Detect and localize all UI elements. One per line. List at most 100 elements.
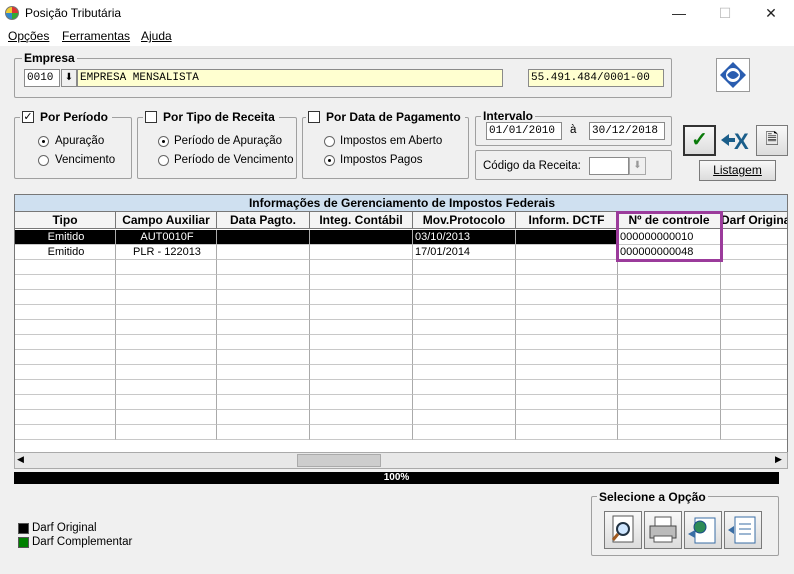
radio-impostos-aberto[interactable] — [324, 136, 335, 147]
empty-table-cell[interactable] — [413, 365, 516, 380]
empty-table-cell[interactable] — [310, 365, 413, 380]
empty-table-cell[interactable] — [15, 425, 116, 440]
empty-table-cell[interactable] — [413, 380, 516, 395]
empty-table-cell[interactable] — [217, 320, 310, 335]
empty-table-cell[interactable] — [413, 350, 516, 365]
empty-table-cell[interactable] — [618, 395, 721, 410]
export-web-button[interactable] — [684, 511, 722, 549]
empty-table-cell[interactable] — [15, 335, 116, 350]
table-cell[interactable] — [721, 245, 787, 260]
empty-table-cell[interactable] — [413, 410, 516, 425]
empty-table-cell[interactable] — [116, 290, 217, 305]
radio-vencimento[interactable] — [38, 155, 49, 166]
empresa-cnpj-field[interactable]: 55.491.484/0001-00 — [528, 69, 664, 87]
menu-ajuda[interactable]: Ajuda — [141, 29, 172, 43]
column-header-inform-dctf[interactable]: Inform. DCTF — [516, 212, 618, 229]
empty-table-cell[interactable] — [618, 305, 721, 320]
table-cell[interactable]: 000000000048 — [618, 245, 721, 260]
radio-periodo-apuracao[interactable] — [158, 136, 169, 147]
empty-table-cell[interactable] — [15, 290, 116, 305]
scroll-thumb[interactable] — [297, 454, 381, 467]
empty-table-cell[interactable] — [721, 290, 787, 305]
empty-table-cell[interactable] — [618, 350, 721, 365]
empty-table-cell[interactable] — [618, 425, 721, 440]
column-header-campo-auxiliar[interactable]: Campo Auxiliar — [116, 212, 217, 229]
empty-table-cell[interactable] — [721, 305, 787, 320]
empty-table-cell[interactable] — [310, 350, 413, 365]
empty-table-cell[interactable] — [721, 260, 787, 275]
empty-table-cell[interactable] — [116, 380, 217, 395]
empty-table-cell[interactable] — [15, 350, 116, 365]
empty-table-cell[interactable] — [516, 275, 618, 290]
excel-export-button[interactable]: X — [719, 125, 755, 156]
listagem-button[interactable]: Listagem — [699, 160, 776, 181]
empty-table-cell[interactable] — [217, 350, 310, 365]
empty-table-cell[interactable] — [618, 410, 721, 425]
empty-table-cell[interactable] — [516, 260, 618, 275]
selected-table-cell[interactable]: AUT0010F — [116, 230, 217, 245]
column-header-numero-controle[interactable]: Nº de controle — [618, 212, 721, 229]
intervalo-to-field[interactable]: 30/12/2018 — [589, 122, 665, 140]
selected-table-cell[interactable]: 03/10/2013 — [413, 230, 516, 245]
table-cell[interactable]: 17/01/2014 — [413, 245, 516, 260]
empty-table-cell[interactable] — [217, 260, 310, 275]
logo-button[interactable] — [716, 58, 750, 92]
empty-table-cell[interactable] — [618, 380, 721, 395]
empty-table-cell[interactable] — [721, 365, 787, 380]
radio-apuracao[interactable] — [38, 136, 49, 147]
por-periodo-header[interactable]: ✓ Por Período — [20, 110, 113, 124]
selected-table-cell[interactable] — [310, 230, 413, 245]
empty-table-cell[interactable] — [15, 410, 116, 425]
empty-table-cell[interactable] — [516, 350, 618, 365]
column-header-integ-contabil[interactable]: Integ. Contábil — [310, 212, 413, 229]
empty-table-cell[interactable] — [721, 410, 787, 425]
por-tipo-checkbox[interactable] — [145, 111, 157, 123]
empty-table-cell[interactable] — [516, 380, 618, 395]
empty-table-cell[interactable] — [413, 320, 516, 335]
empty-table-cell[interactable] — [618, 335, 721, 350]
empty-table-cell[interactable] — [15, 275, 116, 290]
empty-table-cell[interactable] — [516, 425, 618, 440]
empty-table-cell[interactable] — [15, 260, 116, 275]
empty-table-cell[interactable] — [413, 395, 516, 410]
empty-table-cell[interactable] — [310, 320, 413, 335]
empty-table-cell[interactable] — [310, 260, 413, 275]
empresa-lookup-button[interactable]: ⬇ — [61, 69, 77, 87]
empty-table-cell[interactable] — [217, 290, 310, 305]
selected-table-cell[interactable] — [721, 230, 787, 245]
table-cell[interactable]: PLR - 122013 — [116, 245, 217, 260]
codigo-receita-lookup[interactable]: ⬇ — [629, 157, 646, 175]
radio-impostos-pagos[interactable] — [324, 155, 335, 166]
empty-table-cell[interactable] — [516, 410, 618, 425]
empty-table-cell[interactable] — [310, 425, 413, 440]
table-cell[interactable] — [516, 245, 618, 260]
empty-table-cell[interactable] — [721, 395, 787, 410]
table-cell[interactable] — [310, 245, 413, 260]
empty-table-cell[interactable] — [618, 365, 721, 380]
por-data-checkbox[interactable] — [308, 111, 320, 123]
por-tipo-header[interactable]: Por Tipo de Receita — [143, 110, 279, 124]
minimize-button[interactable]: — — [656, 0, 702, 26]
preview-button[interactable] — [604, 511, 642, 549]
document-button[interactable] — [724, 511, 762, 549]
empty-table-cell[interactable] — [310, 380, 413, 395]
empty-table-cell[interactable] — [721, 350, 787, 365]
scroll-right-icon[interactable]: ▶ — [775, 454, 782, 465]
empty-table-cell[interactable] — [310, 395, 413, 410]
empty-table-cell[interactable] — [116, 395, 217, 410]
empty-table-cell[interactable] — [217, 410, 310, 425]
table-cell[interactable]: Emitido — [15, 245, 116, 260]
empty-table-cell[interactable] — [217, 425, 310, 440]
empty-table-cell[interactable] — [413, 335, 516, 350]
empty-table-cell[interactable] — [15, 395, 116, 410]
empty-table-cell[interactable] — [516, 305, 618, 320]
column-header-tipo[interactable]: Tipo — [15, 212, 116, 229]
selected-table-cell[interactable]: Emitido — [15, 230, 116, 245]
empty-table-cell[interactable] — [413, 425, 516, 440]
empty-table-cell[interactable] — [217, 365, 310, 380]
empty-table-cell[interactable] — [217, 380, 310, 395]
empty-table-cell[interactable] — [618, 260, 721, 275]
empty-table-cell[interactable] — [618, 275, 721, 290]
empty-table-cell[interactable] — [116, 260, 217, 275]
empty-table-cell[interactable] — [413, 305, 516, 320]
